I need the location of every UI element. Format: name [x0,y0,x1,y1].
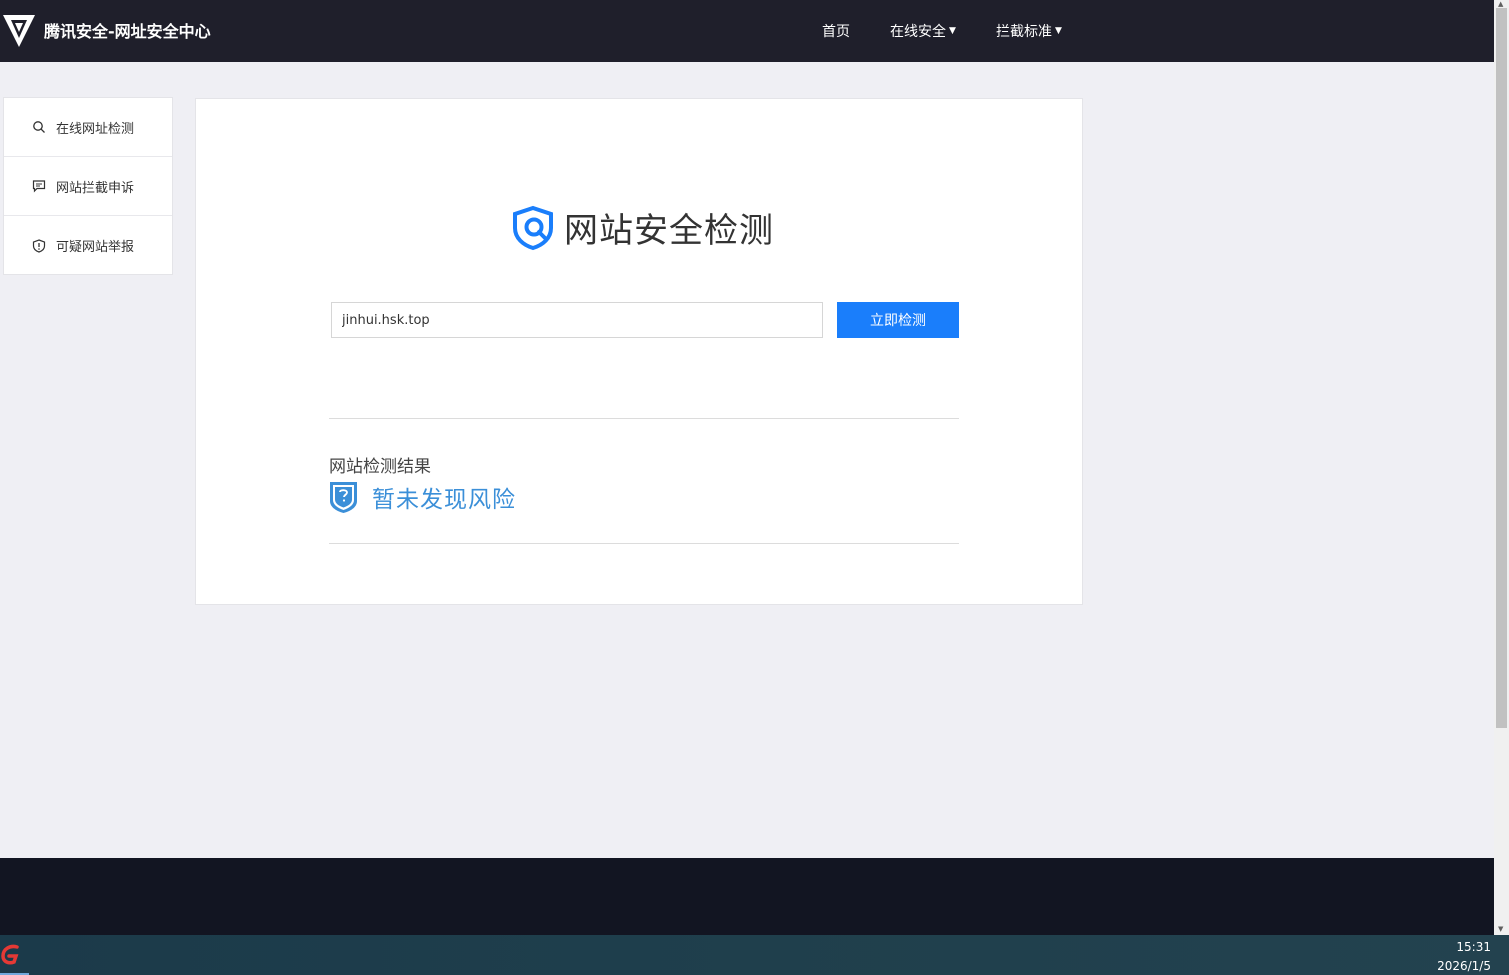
sidebar-item-label: 在线网址检测 [56,121,135,137]
result-label: 网站检测结果 [329,457,431,477]
security-check-logo-icon [513,205,553,250]
caret-down-icon: ▼ [949,26,956,36]
shield-alert-icon [32,238,46,253]
caret-down-icon: ▼ [1055,26,1062,36]
hero-heading: 网站安全检测 [510,203,774,252]
sidebar-item-appeal[interactable]: 网站拦截申诉 [4,157,172,216]
scroll-down-arrow-icon[interactable]: ▼ [1498,925,1503,933]
page-footer [0,858,1494,935]
search-icon [33,121,45,133]
sidebar-item-label: 网站拦截申诉 [56,180,135,196]
nav-home-label: 首页 [822,24,850,40]
nav-online-security[interactable]: 在线安全 ▼ [890,21,956,41]
check-now-button[interactable]: 立即检测 [837,302,959,338]
tencent-security-logo-icon [3,15,35,47]
taskbar-clock[interactable]: 15:31 2026/1/5 [1437,938,1491,975]
nav-home[interactable]: 首页 [822,21,850,41]
sidebar: 在线网址检测 网站拦截申诉 可疑网站举报 [3,97,173,275]
clock-time: 15:31 [1456,940,1491,954]
url-input[interactable] [331,302,823,338]
brand-title: 腾讯安全-网址安全中心 [44,22,211,41]
divider [329,543,959,544]
brand[interactable]: 腾讯安全-网址安全中心 [0,11,211,49]
page-scrollbar[interactable]: ▲ ▼ [1494,0,1509,935]
nav-block-standard[interactable]: 拦截标准 ▼ [996,21,1062,41]
nav-online-security-label: 在线安全 [890,24,946,40]
sidebar-item-report[interactable]: 可疑网站举报 [4,216,172,275]
page-title: 网站安全检测 [564,211,774,251]
result-status: 暂未发现风险 [329,480,516,514]
sidebar-item-url-check[interactable]: 在线网址检测 [4,98,172,157]
top-navbar: 腾讯安全-网址安全中心 首页 在线安全 ▼ 拦截标准 ▼ [0,0,1494,62]
main-card: 网站安全检测 立即检测 网站检测结果 暂未发现风险 [195,98,1083,605]
scroll-up-arrow-icon[interactable]: ▲ [1498,0,1503,8]
scroll-thumb[interactable] [1496,8,1507,728]
nav-block-standard-label: 拦截标准 [996,24,1052,40]
result-status-text: 暂未发现风险 [372,487,516,513]
chat-icon [32,180,46,193]
divider [329,418,959,419]
sidebar-item-label: 可疑网站举报 [56,240,135,255]
os-taskbar: 15:31 2026/1/5 [0,935,1509,975]
safe-shield-icon [330,481,357,513]
clock-date: 2026/1/5 [1437,959,1491,973]
app-launcher-icon[interactable] [0,943,22,967]
